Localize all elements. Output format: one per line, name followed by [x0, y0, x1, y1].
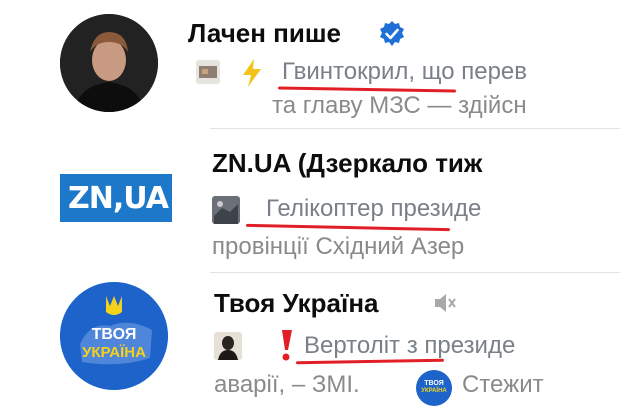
message-line-1: Гвинтокрил, що перев — [282, 58, 527, 86]
message-thumbnail — [196, 60, 220, 84]
text-fade — [560, 50, 620, 125]
message-rest: президе — [383, 195, 482, 222]
message-line-1: Вертоліт з президе — [304, 332, 515, 360]
message-line-1: Гелікоптер президе — [266, 195, 481, 223]
inline-logo-text-2: УКРАЇНА — [421, 388, 447, 394]
highlight-keyword: Гвинтокрил — [282, 58, 409, 85]
row-divider — [210, 128, 620, 129]
chat-row-zn-ua[interactable]: ZN,UA ZN.UA (Дзеркало тиж Гелікоптер пре… — [0, 130, 620, 270]
message-thumbnail — [212, 196, 240, 224]
highlight-keyword: Вертоліт — [304, 332, 401, 359]
message-thumbnail — [214, 332, 242, 360]
zn-ua-logo-text: ZN,UA — [68, 181, 169, 216]
message-line-2-end: Стежит — [462, 371, 544, 398]
avatar-text-line-2: УКРАЇНА — [82, 344, 146, 361]
text-fade — [560, 274, 620, 413]
chat-row-lachen[interactable]: Лачен пише Гвинтокрил, що перев та главу… — [0, 0, 620, 130]
chat-name: Твоя Україна — [214, 288, 379, 318]
avatar — [60, 14, 158, 112]
highlight-keyword: Гелікоптер — [266, 195, 384, 222]
zn-ua-logo: ZN,UA — [60, 174, 172, 222]
inline-channel-logo: ТВОЯ УКРАЇНА — [416, 370, 452, 406]
exclamation-icon — [276, 328, 296, 367]
portrait-avatar-image — [60, 14, 158, 112]
red-underline — [245, 223, 451, 232]
verified-badge-icon — [378, 20, 406, 53]
lightning-icon — [240, 58, 264, 93]
message-line-2: та главу МЗС — здійсн — [272, 92, 527, 119]
message-rest: з президе — [400, 332, 516, 359]
row-divider — [210, 272, 620, 273]
text-fade — [560, 140, 620, 265]
message-line-2-start: аварії, – ЗМІ. — [214, 371, 360, 398]
muted-speaker-icon — [432, 290, 458, 321]
avatar: ТВОЯ УКРАЇНА — [60, 282, 168, 390]
chat-name: ZN.UA (Дзеркало тиж — [212, 148, 483, 178]
avatar-text-line-1: ТВОЯ — [91, 326, 137, 343]
chat-name: Лачен пише — [188, 18, 342, 48]
inline-logo-text-1: ТВОЯ — [424, 380, 444, 387]
message-line-2: провінції Східний Азер — [212, 233, 465, 260]
chat-row-tvoya-ukraina[interactable]: ТВОЯ УКРАЇНА Твоя Україна Вертоліт з пре… — [0, 274, 620, 413]
message-rest: , що перев — [408, 58, 528, 85]
